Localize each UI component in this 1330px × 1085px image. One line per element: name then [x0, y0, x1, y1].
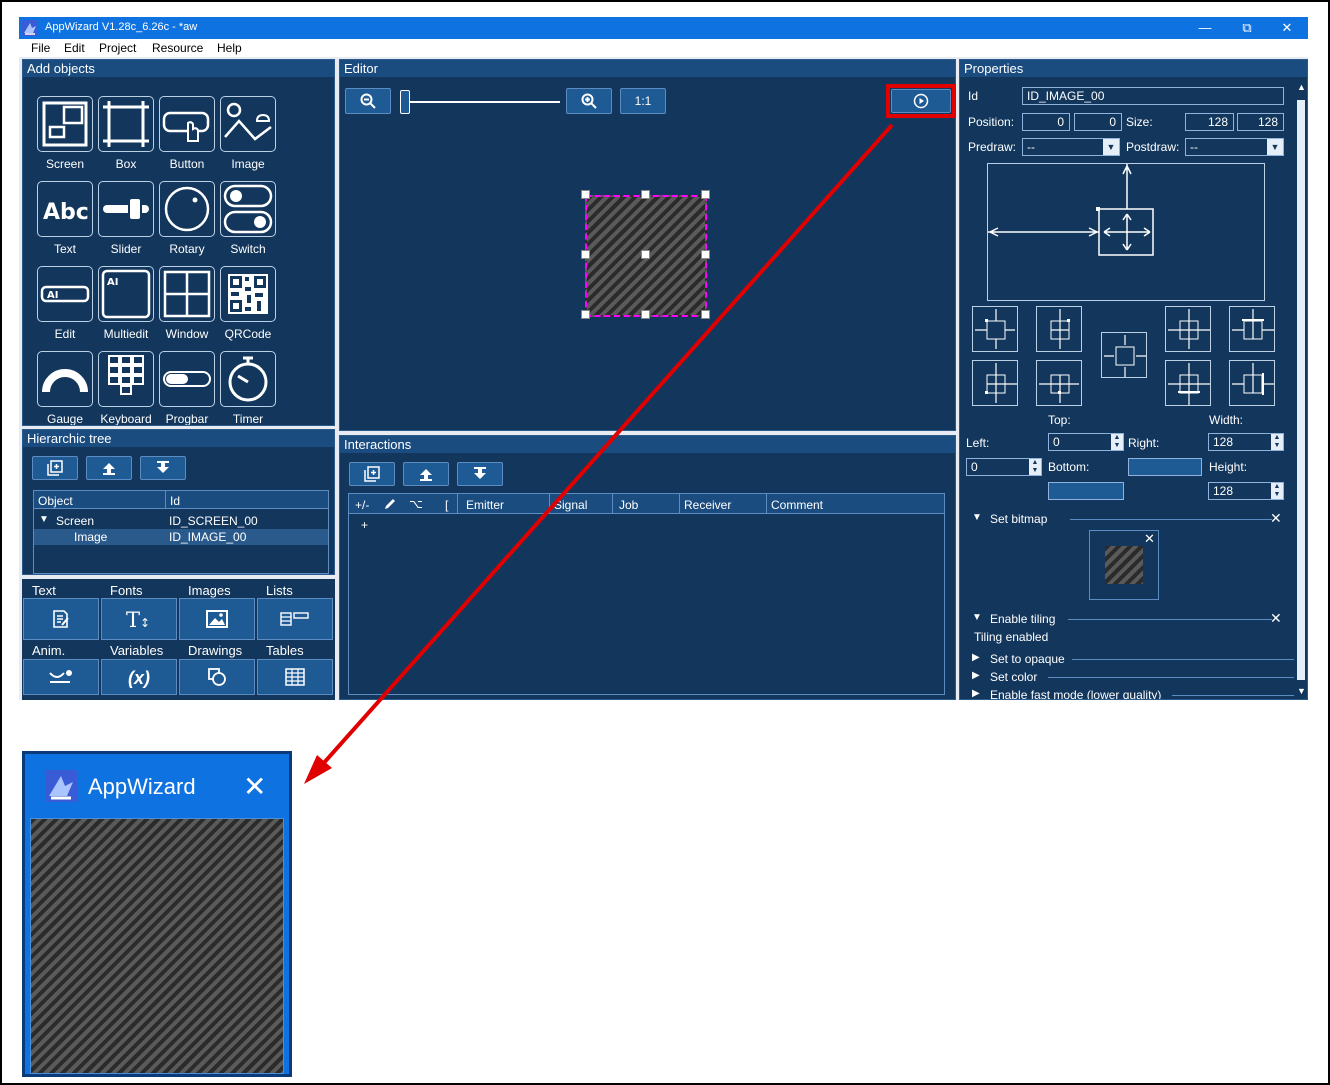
preview-image [30, 818, 284, 1074]
preview-titlebar: AppWizard ✕ [25, 754, 289, 818]
preview-close-button[interactable]: ✕ [243, 770, 266, 803]
simulation-preview-window: AppWizard ✕ [22, 751, 292, 1077]
appwizard-logo-icon [45, 770, 77, 802]
preview-title: AppWizard [88, 774, 196, 799]
